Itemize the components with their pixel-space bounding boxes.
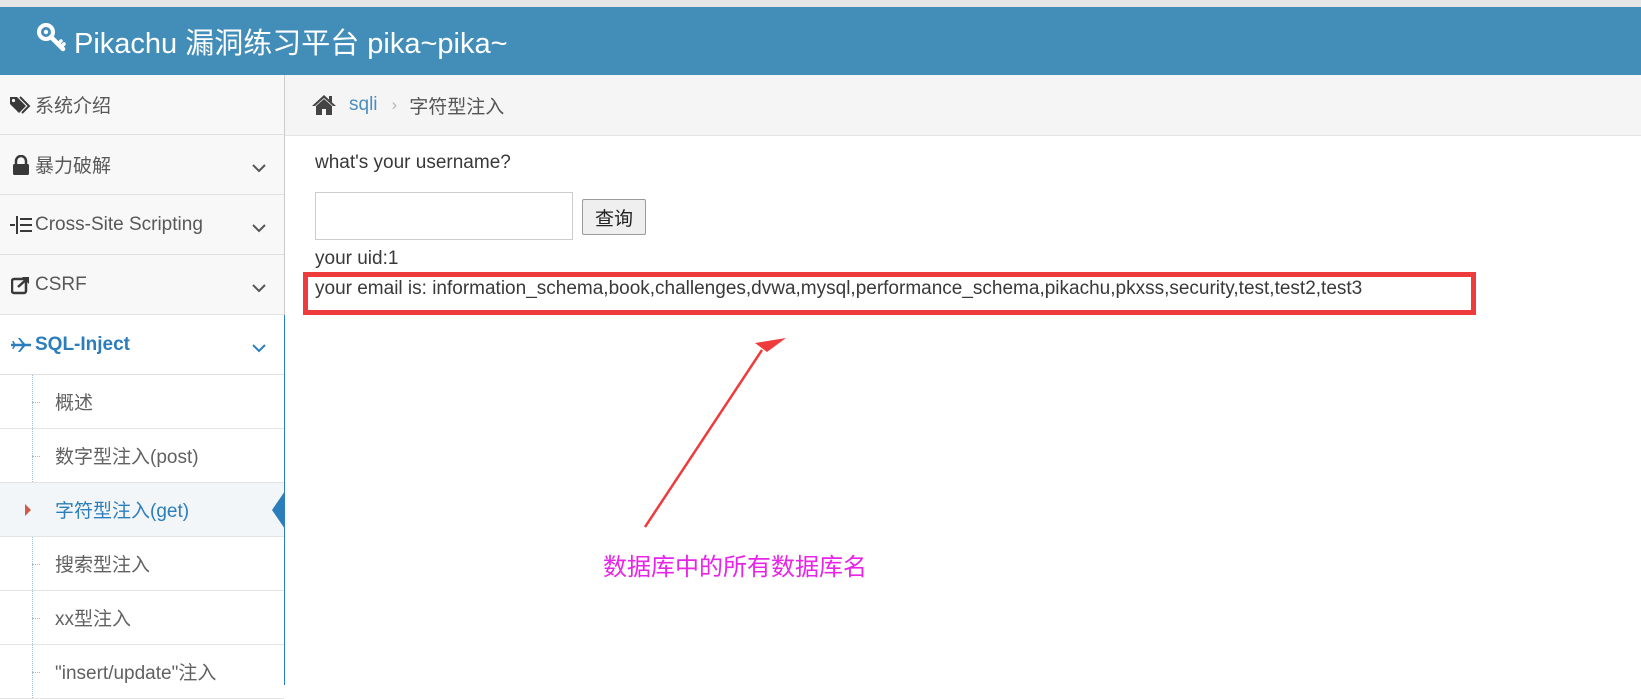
annotation-text: 数据库中的所有数据库名 [603,554,867,581]
annotation-arrow [643,338,786,528]
